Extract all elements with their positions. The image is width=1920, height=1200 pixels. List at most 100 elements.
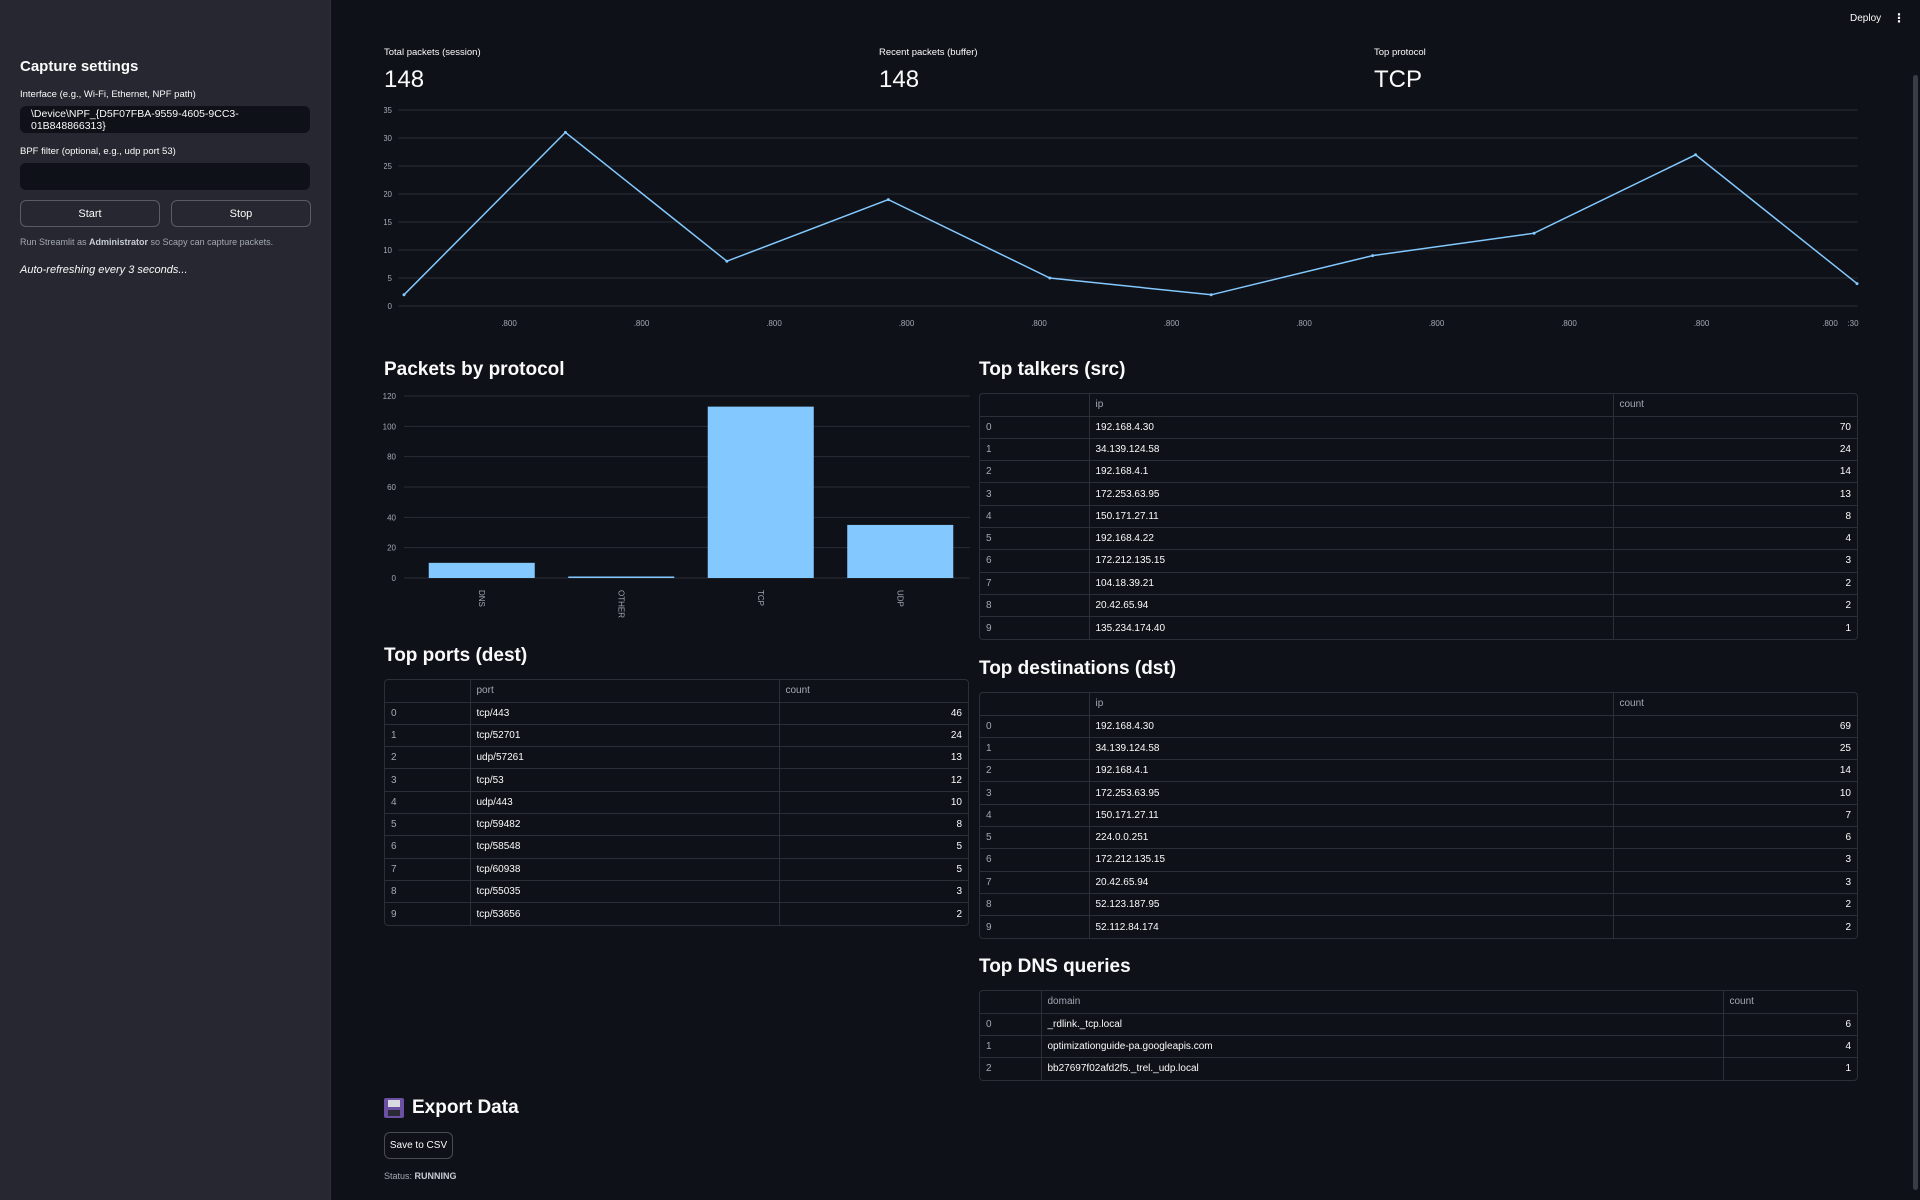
table-row[interactable]: 3 tcp/53 12 (385, 768, 968, 792)
table-row[interactable]: 8 20.42.65.94 2 (980, 594, 1857, 618)
bar-udp[interactable] (847, 524, 954, 578)
ip-header[interactable]: ip (1089, 693, 1614, 716)
count-cell[interactable]: 10 (1613, 781, 1857, 805)
value-cell[interactable]: 52.112.84.174 (1089, 915, 1614, 938)
bar-other[interactable] (568, 576, 675, 578)
count-cell[interactable]: 2 (1613, 594, 1857, 618)
row-index[interactable]: 2 (980, 460, 1090, 484)
count-cell[interactable]: 2 (1613, 893, 1857, 917)
value-cell[interactable]: tcp/52701 (470, 724, 780, 748)
table-row[interactable]: 4 udp/443 10 (385, 791, 968, 814)
value-cell[interactable]: 34.139.124.58 (1089, 438, 1614, 462)
table-row[interactable]: 1 34.139.124.58 25 (980, 737, 1857, 761)
row-index[interactable]: 4 (385, 791, 471, 814)
row-index[interactable]: 1 (980, 737, 1090, 761)
value-cell[interactable]: 192.168.4.1 (1089, 460, 1614, 484)
count-cell[interactable]: 8 (1613, 505, 1857, 528)
row-index[interactable]: 6 (980, 549, 1090, 573)
count-header[interactable]: count (779, 680, 968, 703)
row-index[interactable]: 6 (980, 848, 1090, 872)
count-cell[interactable]: 7 (1613, 804, 1857, 827)
table-row[interactable]: 7 20.42.65.94 3 (980, 871, 1857, 894)
table-row[interactable]: 3 172.253.63.95 13 (980, 482, 1857, 506)
table-row[interactable]: 6 tcp/58548 5 (385, 835, 968, 859)
count-cell[interactable]: 3 (1613, 848, 1857, 872)
start-button[interactable]: Start (20, 200, 160, 227)
count-cell[interactable]: 12 (779, 768, 968, 792)
count-header[interactable]: count (1613, 394, 1857, 417)
row-index[interactable]: 0 (980, 715, 1090, 738)
dns-table[interactable]: domain count 0 _rdlink._tcp.local 6 1 optimi… (979, 990, 1858, 1081)
count-cell[interactable]: 13 (779, 746, 968, 770)
count-cell[interactable]: 3 (1613, 549, 1857, 573)
count-cell[interactable]: 2 (1613, 916, 1857, 938)
table-row[interactable]: 8 52.123.187.95 2 (980, 893, 1857, 917)
count-cell[interactable]: 8 (779, 813, 968, 837)
table-row[interactable]: 7 104.18.39.21 2 (980, 572, 1857, 595)
count-cell[interactable]: 24 (1613, 438, 1857, 462)
ports-table[interactable]: port count 0 tcp/443 46 1 tcp/52701 24 2 udp/57… (384, 679, 969, 926)
value-cell[interactable]: 20.42.65.94 (1089, 594, 1614, 618)
row-index[interactable]: 4 (980, 505, 1090, 528)
table-row[interactable]: 4 150.171.27.11 8 (980, 505, 1857, 528)
row-index[interactable]: 1 (980, 1035, 1042, 1059)
value-cell[interactable]: tcp/53 (470, 768, 780, 792)
table-row[interactable]: 6 172.212.135.15 3 (980, 848, 1857, 872)
value-cell[interactable]: tcp/53656 (470, 902, 780, 925)
value-cell[interactable]: tcp/59482 (470, 813, 780, 837)
row-index[interactable]: 1 (980, 438, 1090, 462)
row-index[interactable]: 2 (385, 746, 471, 770)
value-cell[interactable]: 52.123.187.95 (1089, 893, 1614, 917)
value-cell[interactable]: tcp/60938 (470, 858, 780, 881)
value-cell[interactable]: 192.168.4.1 (1089, 759, 1614, 783)
talkers-table[interactable]: ip count 0 192.168.4.30 70 1 34.139.124.58 24… (979, 393, 1858, 640)
table-row[interactable]: 2 udp/57261 13 (385, 746, 968, 770)
destinations-table[interactable]: ip count 0 192.168.4.30 69 1 34.139.124.58 25… (979, 692, 1858, 939)
save-to-csv-button[interactable]: Save to CSV (384, 1132, 453, 1159)
row-index[interactable]: 6 (385, 835, 471, 859)
count-cell[interactable]: 5 (779, 835, 968, 859)
port-header[interactable]: port (470, 680, 780, 703)
table-row[interactable]: 2 bb27697f02afd2f5._trel._udp.local 1 (980, 1057, 1857, 1080)
row-index[interactable]: 4 (980, 804, 1090, 827)
bpf-filter-input[interactable] (20, 163, 310, 190)
table-row[interactable]: 7 tcp/60938 5 (385, 858, 968, 881)
count-cell[interactable]: 69 (1613, 715, 1857, 738)
count-cell[interactable]: 46 (779, 702, 968, 725)
row-index[interactable]: 7 (385, 858, 471, 881)
domain-header[interactable]: domain (1041, 991, 1724, 1014)
table-row[interactable]: 0 192.168.4.30 70 (980, 416, 1857, 439)
value-cell[interactable]: 192.168.4.22 (1089, 527, 1614, 551)
count-cell[interactable]: 70 (1613, 416, 1857, 439)
table-row[interactable]: 9 tcp/53656 2 (385, 902, 968, 925)
table-row[interactable]: 1 34.139.124.58 24 (980, 438, 1857, 462)
count-cell[interactable]: 3 (1613, 871, 1857, 894)
value-cell[interactable]: udp/57261 (470, 746, 780, 770)
table-row[interactable]: 2 192.168.4.1 14 (980, 759, 1857, 783)
table-row[interactable]: 0 _rdlink._tcp.local 6 (980, 1013, 1857, 1036)
count-cell[interactable]: 4 (1723, 1035, 1857, 1059)
count-cell[interactable]: 4 (1613, 527, 1857, 551)
row-index[interactable]: 9 (980, 915, 1090, 938)
index-header[interactable] (385, 680, 471, 703)
value-cell[interactable]: _rdlink._tcp.local (1041, 1013, 1724, 1036)
value-cell[interactable]: 135.234.174.40 (1089, 616, 1614, 639)
value-cell[interactable]: tcp/55035 (470, 880, 780, 904)
value-cell[interactable]: optimizationguide-pa.googleapis.com (1041, 1035, 1724, 1059)
row-index[interactable]: 5 (980, 826, 1090, 850)
row-index[interactable]: 7 (980, 572, 1090, 595)
value-cell[interactable]: tcp/58548 (470, 835, 780, 859)
row-index[interactable]: 9 (980, 616, 1090, 639)
row-index[interactable]: 9 (385, 902, 471, 925)
count-cell[interactable]: 14 (1613, 460, 1857, 484)
count-cell[interactable]: 2 (1613, 572, 1857, 595)
value-cell[interactable]: 172.253.63.95 (1089, 482, 1614, 506)
table-row[interactable]: 2 192.168.4.1 14 (980, 460, 1857, 484)
table-row[interactable]: 0 192.168.4.30 69 (980, 715, 1857, 738)
value-cell[interactable]: 192.168.4.30 (1089, 416, 1614, 439)
index-header[interactable] (980, 394, 1090, 417)
deploy-button[interactable]: Deploy (1850, 13, 1881, 24)
value-cell[interactable]: 172.212.135.15 (1089, 549, 1614, 573)
count-cell[interactable]: 13 (1613, 482, 1857, 506)
table-row[interactable]: 5 224.0.0.251 6 (980, 826, 1857, 850)
